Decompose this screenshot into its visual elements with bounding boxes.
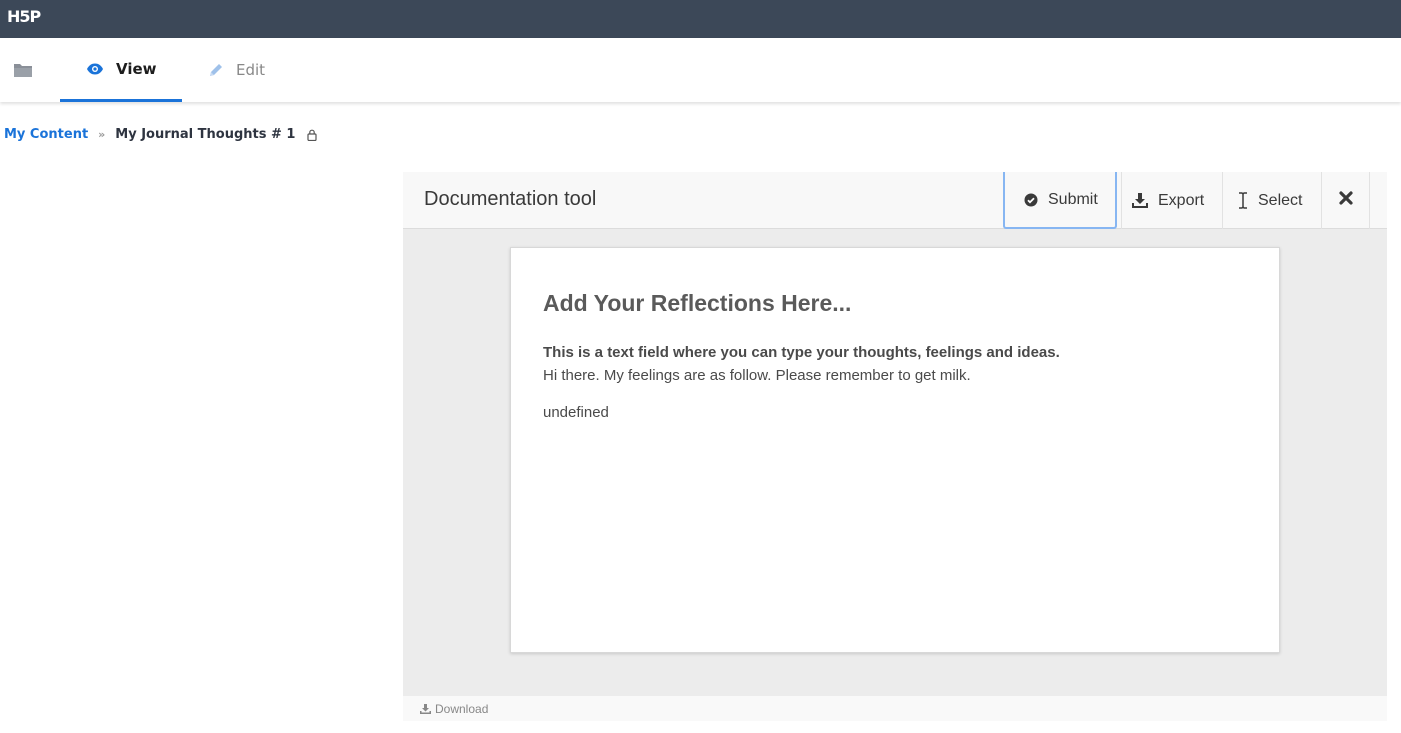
breadcrumb-separator: » (98, 128, 106, 141)
select-label: Select (1258, 191, 1303, 209)
tab-view-label: View (116, 59, 157, 78)
lock-icon (307, 129, 318, 141)
h5p-logo: H5P (7, 7, 41, 26)
field-instructions: This is a text field where you can type … (543, 344, 1060, 361)
text-cursor-icon (1238, 192, 1248, 209)
download-label: Download (435, 701, 489, 716)
page-heading: Add Your Reflections Here... (543, 290, 852, 316)
download-icon (1132, 193, 1148, 208)
breadcrumb: My Content » My Journal Thoughts # 1 (4, 127, 318, 142)
submit-label: Submit (1048, 190, 1098, 208)
footer-bar: Download (403, 696, 1387, 721)
export-button[interactable]: Export (1121, 172, 1222, 229)
tool-header: Documentation tool Submit Export Select (403, 172, 1387, 229)
close-button[interactable] (1321, 172, 1370, 229)
pencil-icon (208, 62, 224, 78)
top-bar: H5P (0, 0, 1401, 38)
tab-view[interactable]: View (60, 38, 182, 102)
check-circle-icon (1024, 193, 1038, 207)
breadcrumb-current: My Journal Thoughts # 1 (115, 127, 296, 142)
folder-icon[interactable] (13, 61, 33, 79)
download-icon (420, 703, 431, 714)
tool-title: Documentation tool (424, 188, 597, 210)
breadcrumb-my-content[interactable]: My Content (4, 127, 88, 142)
tab-edit-label: Edit (236, 61, 266, 79)
select-button[interactable]: Select (1222, 172, 1321, 229)
tab-bar: View Edit (0, 38, 1401, 102)
export-label: Export (1158, 191, 1205, 209)
eye-icon (86, 63, 104, 75)
field-answer: Hi there. My feelings are as follow. Ple… (543, 367, 971, 384)
submit-button[interactable]: Submit (1003, 172, 1117, 229)
download-link[interactable]: Download (420, 702, 488, 716)
tab-edit[interactable]: Edit (208, 38, 298, 102)
document-page: Add Your Reflections Here... This is a t… (510, 247, 1280, 653)
close-icon (1338, 191, 1353, 210)
field-extra: undefined (543, 404, 609, 421)
documentation-tool-frame: Documentation tool Submit Export Select (403, 172, 1387, 721)
